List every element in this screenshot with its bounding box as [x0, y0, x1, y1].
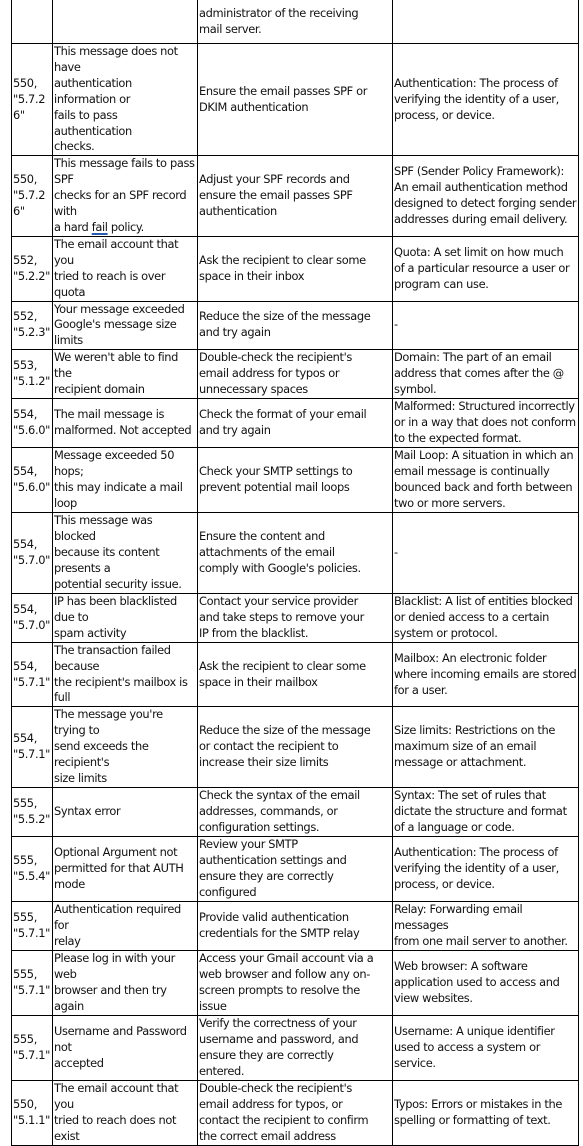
table-row: 550, "5.7.26" This message fails to pass …	[11, 155, 579, 237]
error-description-cell: Optional Argument not permitted for that…	[52, 835, 198, 902]
error-description-cell: Username and Password not accepted	[52, 1014, 198, 1081]
table-row: 550, "5.7.26" This message does not have …	[11, 42, 579, 157]
error-code-cell: 552, "5.2.2"	[11, 235, 53, 302]
solution-cell: administrator of the receiving mail serv…	[197, 0, 393, 44]
definition-cell: Syntax: The set of rules that dictate th…	[392, 786, 579, 837]
table-row: 555, "5.7.1" Username and Password not ac…	[11, 1014, 579, 1081]
solution-cell: Verify the correctness of your username …	[197, 1014, 393, 1081]
definition-cell: -	[392, 512, 579, 594]
error-code-cell: 550, "5.1.1"	[11, 1079, 53, 1146]
fail-term-link[interactable]: fail	[92, 220, 108, 234]
definition-cell: Username: A unique identifier used to ac…	[392, 1014, 579, 1081]
error-code-cell: 554, "5.6.0"	[11, 447, 53, 514]
definition-cell: Authentication: The process of verifying…	[392, 42, 579, 157]
definition-cell: Malformed: Structured incorrectly or in …	[392, 398, 579, 449]
table-row: 554, "5.7.1" The message you're trying to…	[11, 706, 579, 788]
definition-cell: Quota: A set limit on how much of a part…	[392, 235, 579, 302]
solution-cell: Ask the recipient to clear some space in…	[197, 235, 393, 302]
error-code-cell: 554, "5.7.0"	[11, 512, 53, 594]
solution-cell: Check the format of your email and try a…	[197, 398, 393, 449]
error-description-cell: Message exceeded 50 hops; this may indic…	[52, 447, 198, 514]
error-code-cell: 555, "5.5.4"	[11, 835, 53, 902]
error-code-cell: 554, "5.7.1"	[11, 641, 53, 708]
table-row: administrator of the receiving mail serv…	[11, 0, 579, 44]
error-description-cell: IP has been blacklisted due to spam acti…	[52, 592, 198, 643]
error-code-cell: 554, "5.7.0"	[11, 592, 53, 643]
table-row: 553, "5.1.2" We weren't able to find the …	[11, 349, 579, 400]
solution-cell: Review your SMTP authentication settings…	[197, 835, 393, 902]
error-code-cell: 554, "5.6.0"	[11, 398, 53, 449]
description-text: policy.	[107, 219, 144, 234]
definition-cell: Authentication: The process of verifying…	[392, 835, 579, 902]
definition-cell: Typos: Errors or mistakes in the spellin…	[392, 1079, 579, 1146]
error-description-cell: This message fails to pass SPF checks fo…	[52, 155, 198, 237]
error-description-cell	[52, 0, 198, 44]
table-row: 555, "5.7.1" Please log in with your web …	[11, 949, 579, 1016]
definition-cell: Mailbox: An electronic folder where inco…	[392, 641, 579, 708]
error-description-cell: We weren't able to find the recipient do…	[52, 349, 198, 400]
error-description-cell: This message was blocked because its con…	[52, 512, 198, 594]
error-description-cell: The mail message is malformed. Not accep…	[52, 398, 198, 449]
table-row: 554, "5.6.0" The mail message is malforme…	[11, 398, 579, 449]
solution-cell: Provide valid authentication credentials…	[197, 900, 393, 951]
solution-cell: Reduce the size of the message and try a…	[197, 300, 393, 351]
error-code-cell: 550, "5.7.26"	[11, 155, 53, 237]
error-code-cell: 554, "5.7.1"	[11, 706, 53, 788]
table-row: 554, "5.7.1" The transaction failed becau…	[11, 641, 579, 708]
definition-cell: -	[392, 300, 579, 351]
table-row: 554, "5.6.0" Message exceeded 50 hops; th…	[11, 447, 579, 514]
error-code-cell	[11, 0, 53, 44]
error-description-cell: The email account that you tried to reac…	[52, 1079, 198, 1146]
error-description-cell: Your message exceeded Google's message s…	[52, 300, 198, 351]
error-code-cell: 552, "5.2.3"	[11, 300, 53, 351]
definition-cell: Size limits: Restrictions on the maximum…	[392, 706, 579, 788]
solution-cell: Check the syntax of the email addresses,…	[197, 786, 393, 837]
error-code-cell: 553, "5.1.2"	[11, 349, 53, 400]
solution-cell: Ask the recipient to clear some space in…	[197, 641, 393, 708]
solution-cell: Access your Gmail account via a web brow…	[197, 949, 393, 1016]
smtp-error-codes-table: administrator of the receiving mail serv…	[11, 0, 579, 1146]
table-row: 555, "5.5.4" Optional Argument not permit…	[11, 835, 579, 902]
solution-cell: Ensure the content and attachments of th…	[197, 512, 393, 594]
error-description-cell: Authentication required for relay	[52, 900, 198, 951]
error-code-cell: 555, "5.5.2"	[11, 786, 53, 837]
error-code-table-container: administrator of the receiving mail serv…	[11, 0, 579, 1146]
table-row: 552, "5.2.2" The email account that you t…	[11, 235, 579, 302]
solution-cell: Check your SMTP settings to prevent pote…	[197, 447, 393, 514]
error-code-cell: 555, "5.7.1"	[11, 949, 53, 1016]
table-body: administrator of the receiving mail serv…	[11, 0, 579, 1146]
definition-cell: Web browser: A software application used…	[392, 949, 579, 1016]
error-description-cell: This message does not have authenticatio…	[52, 42, 198, 157]
solution-cell: Double-check the recipient's email addre…	[197, 349, 393, 400]
table-row: 554, "5.7.0" IP has been blacklisted due …	[11, 592, 579, 643]
error-description-cell: Syntax error	[52, 786, 198, 837]
definition-cell	[392, 0, 579, 44]
solution-cell: Reduce the size of the message or contac…	[197, 706, 393, 788]
error-code-cell: 555, "5.7.1"	[11, 1014, 53, 1081]
error-description-cell: Please log in with your web browser and …	[52, 949, 198, 1016]
table-row: 555, "5.7.1" Authentication required for …	[11, 900, 579, 951]
table-row: 555, "5.5.2" Syntax error Check the syntax…	[11, 786, 579, 837]
table-row: 554, "5.7.0" This message was blocked bec…	[11, 512, 579, 594]
definition-cell: Mail Loop: A situation in which an email…	[392, 447, 579, 514]
table-row: 550, "5.1.1" The email account that you t…	[11, 1079, 579, 1146]
solution-cell: Ensure the email passes SPF or DKIM auth…	[197, 42, 393, 157]
error-description-cell: The transaction failed because the recip…	[52, 641, 198, 708]
error-code-cell: 555, "5.7.1"	[11, 900, 53, 951]
definition-cell: Relay: Forwarding email messages from on…	[392, 900, 579, 951]
solution-cell: Contact your service provider and take s…	[197, 592, 393, 643]
error-code-cell: 550, "5.7.26"	[11, 42, 53, 157]
table-row: 552, "5.2.3" Your message exceeded Google…	[11, 300, 579, 351]
error-description-cell: The message you're trying to send exceed…	[52, 706, 198, 788]
definition-cell: SPF (Sender Policy Framework): An email …	[392, 155, 579, 237]
error-description-cell: The email account that you tried to reac…	[52, 235, 198, 302]
solution-cell: Double-check the recipient's email addre…	[197, 1079, 393, 1146]
solution-cell: Adjust your SPF records and ensure the e…	[197, 155, 393, 237]
definition-cell: Blacklist: A list of entities blocked or…	[392, 592, 579, 643]
definition-cell: Domain: The part of an email address tha…	[392, 349, 579, 400]
